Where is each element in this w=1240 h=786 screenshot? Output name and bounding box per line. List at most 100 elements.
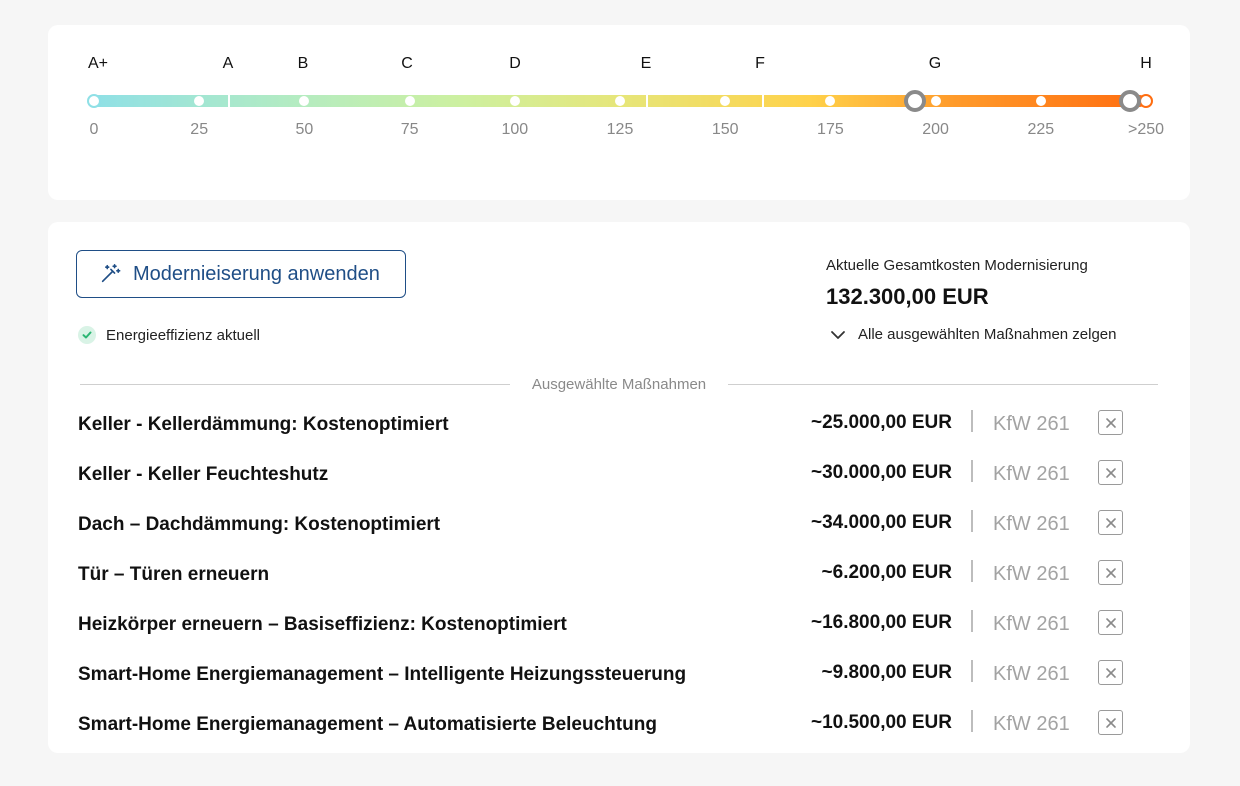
scale-tick-dot [1139, 94, 1153, 108]
measure-row: Tür – Türen erneuern ~6.200,00 EUR KfW 261 [78, 560, 1158, 614]
measure-cost: ~16.800,00 EUR [810, 612, 952, 633]
scale-tick-label: 125 [606, 121, 634, 138]
measure-name: Keller - Kellerdämmung: Kostenoptimiert [78, 414, 449, 435]
energy-class-label: C [401, 55, 413, 72]
measure-name: Keller - Keller Feuchteshutz [78, 464, 329, 485]
measure-cost: ~10.500,00 EUR [810, 712, 952, 733]
measure-row: Smart-Home Energiemanagement – Automatis… [78, 710, 1158, 764]
total-cost-label: Aktuelle Gesamtkosten Modernisierung [826, 257, 1088, 274]
scale-tick-dot [1035, 96, 1046, 106]
remove-measure-button[interactable] [1098, 560, 1123, 585]
apply-modernization-button[interactable]: Modernieiserung anwenden [76, 250, 406, 298]
energy-class-label: B [297, 55, 309, 72]
scale-tick-dot [404, 96, 415, 106]
magic-wand-icon [101, 264, 121, 283]
measure-separator [971, 410, 973, 432]
show-all-label: Alle ausgewählten Maßnahmen zelgen [858, 326, 1117, 343]
scale-tick-label: 175 [817, 121, 844, 138]
close-icon [1105, 417, 1116, 428]
scale-tick-label: 100 [501, 121, 529, 138]
remove-measure-button[interactable] [1098, 660, 1123, 685]
scale-tick-dot [194, 96, 205, 106]
target-value-handle[interactable] [1119, 90, 1141, 112]
measure-cost: ~6.200,00 EUR [821, 562, 952, 583]
measure-funding: KfW 261 [993, 613, 1070, 635]
section-divider: Ausgewählte Maßnahmen [80, 374, 1158, 394]
scale-tick-dot [87, 94, 101, 108]
energy-class-label: G [928, 55, 942, 72]
energy-class-label: H [1140, 55, 1152, 72]
close-icon [1105, 617, 1116, 628]
measure-row: Heizkörper erneuern – Basiseffizienz: Ko… [78, 610, 1158, 664]
chevron-down-icon [831, 330, 845, 339]
measure-funding: KfW 261 [993, 663, 1070, 685]
measure-separator [971, 610, 973, 632]
energy-class-label: A [222, 55, 234, 72]
measure-name: Tür – Türen erneuern [78, 564, 270, 585]
measure-cost: ~25.000,00 EUR [810, 412, 952, 433]
measure-separator [971, 710, 973, 732]
energy-class-label: F [755, 55, 765, 72]
scale-tick-dot [509, 96, 520, 106]
scale-segment-divider [762, 93, 764, 109]
scale-tick-label: 200 [922, 121, 949, 138]
scale-tick-dot [720, 96, 731, 106]
measure-separator [971, 510, 973, 532]
energy-class-label: E [640, 55, 652, 72]
close-icon [1105, 667, 1116, 678]
measure-cost: ~34.000,00 EUR [810, 512, 952, 533]
measure-name: Smart-Home Energiemanagement – Automatis… [78, 714, 657, 735]
scale-segment-divider [646, 93, 648, 109]
close-icon [1105, 717, 1116, 728]
check-icon [78, 326, 96, 344]
scale-tick-dot [615, 96, 625, 106]
remove-measure-button[interactable] [1098, 460, 1123, 485]
remove-measure-button[interactable] [1098, 710, 1123, 735]
measure-name: Dach – Dachdämmung: Kostenoptimiert [78, 514, 441, 535]
apply-button-label: Modernieiserung anwenden [133, 262, 380, 285]
measure-name: Smart-Home Energiemanagement – Intellige… [78, 664, 687, 685]
scale-tick-dot [930, 96, 941, 106]
total-cost-value: 132.300,00 EUR [826, 284, 989, 309]
measure-funding: KfW 261 [993, 563, 1070, 585]
scale-tick-dot [825, 96, 836, 106]
measure-cost: ~9.800,00 EUR [821, 662, 952, 683]
remove-measure-button[interactable] [1098, 510, 1123, 535]
scale-tick-label: 0 [89, 121, 99, 138]
measure-funding: KfW 261 [993, 413, 1070, 435]
measure-separator [971, 660, 973, 682]
scale-tick-label: 75 [400, 121, 419, 138]
scale-tick-label: >250 [1127, 121, 1165, 138]
efficiency-status-label: Energieeffizienz aktuell [106, 326, 260, 344]
measure-funding: KfW 261 [993, 513, 1070, 535]
remove-measure-button[interactable] [1098, 610, 1123, 635]
divider-line-right [728, 384, 1158, 385]
measure-row: Dach – Dachdämmung: Kostenoptimiert ~34.0… [78, 510, 1158, 564]
measure-funding: KfW 261 [993, 463, 1070, 485]
close-icon [1105, 467, 1116, 478]
energy-class-label: A+ [87, 55, 109, 72]
close-icon [1105, 567, 1116, 578]
scale-tick-label: 25 [190, 121, 209, 138]
measure-funding: KfW 261 [993, 713, 1070, 735]
measure-row: Keller - Keller Feuchteshutz ~30.000,00 E… [78, 460, 1158, 514]
measures-card: Modernieiserung anwenden Energieeffizien… [48, 222, 1190, 753]
current-value-handle[interactable] [903, 90, 926, 112]
efficiency-status: Energieeffizienz aktuell [78, 326, 260, 344]
measure-row: Keller - Kellerdämmung: Kostenoptimiert ~… [78, 410, 1158, 464]
measure-row: Smart-Home Energiemanagement – Intellige… [78, 660, 1158, 714]
scale-tick-label: 50 [295, 121, 314, 138]
measure-name: Heizkörper erneuern – Basiseffizienz: Ko… [78, 614, 567, 635]
close-icon [1105, 517, 1116, 528]
show-all-measures-toggle[interactable]: Alle ausgewählten Maßnahmen zelgen [830, 326, 1117, 343]
scale-tick-label: 150 [711, 121, 739, 138]
measure-cost: ~30.000,00 EUR [810, 462, 952, 483]
scale-tick-dot [299, 96, 310, 106]
energy-class-label: D [509, 55, 521, 72]
scale-segment-divider [228, 93, 230, 109]
measure-separator [971, 560, 973, 582]
energy-scale-card: A+ A B C D E F G H 0 25 50 75 100 125 150 175 200 225 >250 [48, 25, 1190, 200]
scale-tick-label: 225 [1027, 121, 1055, 138]
remove-measure-button[interactable] [1098, 410, 1123, 435]
measure-separator [971, 460, 973, 482]
